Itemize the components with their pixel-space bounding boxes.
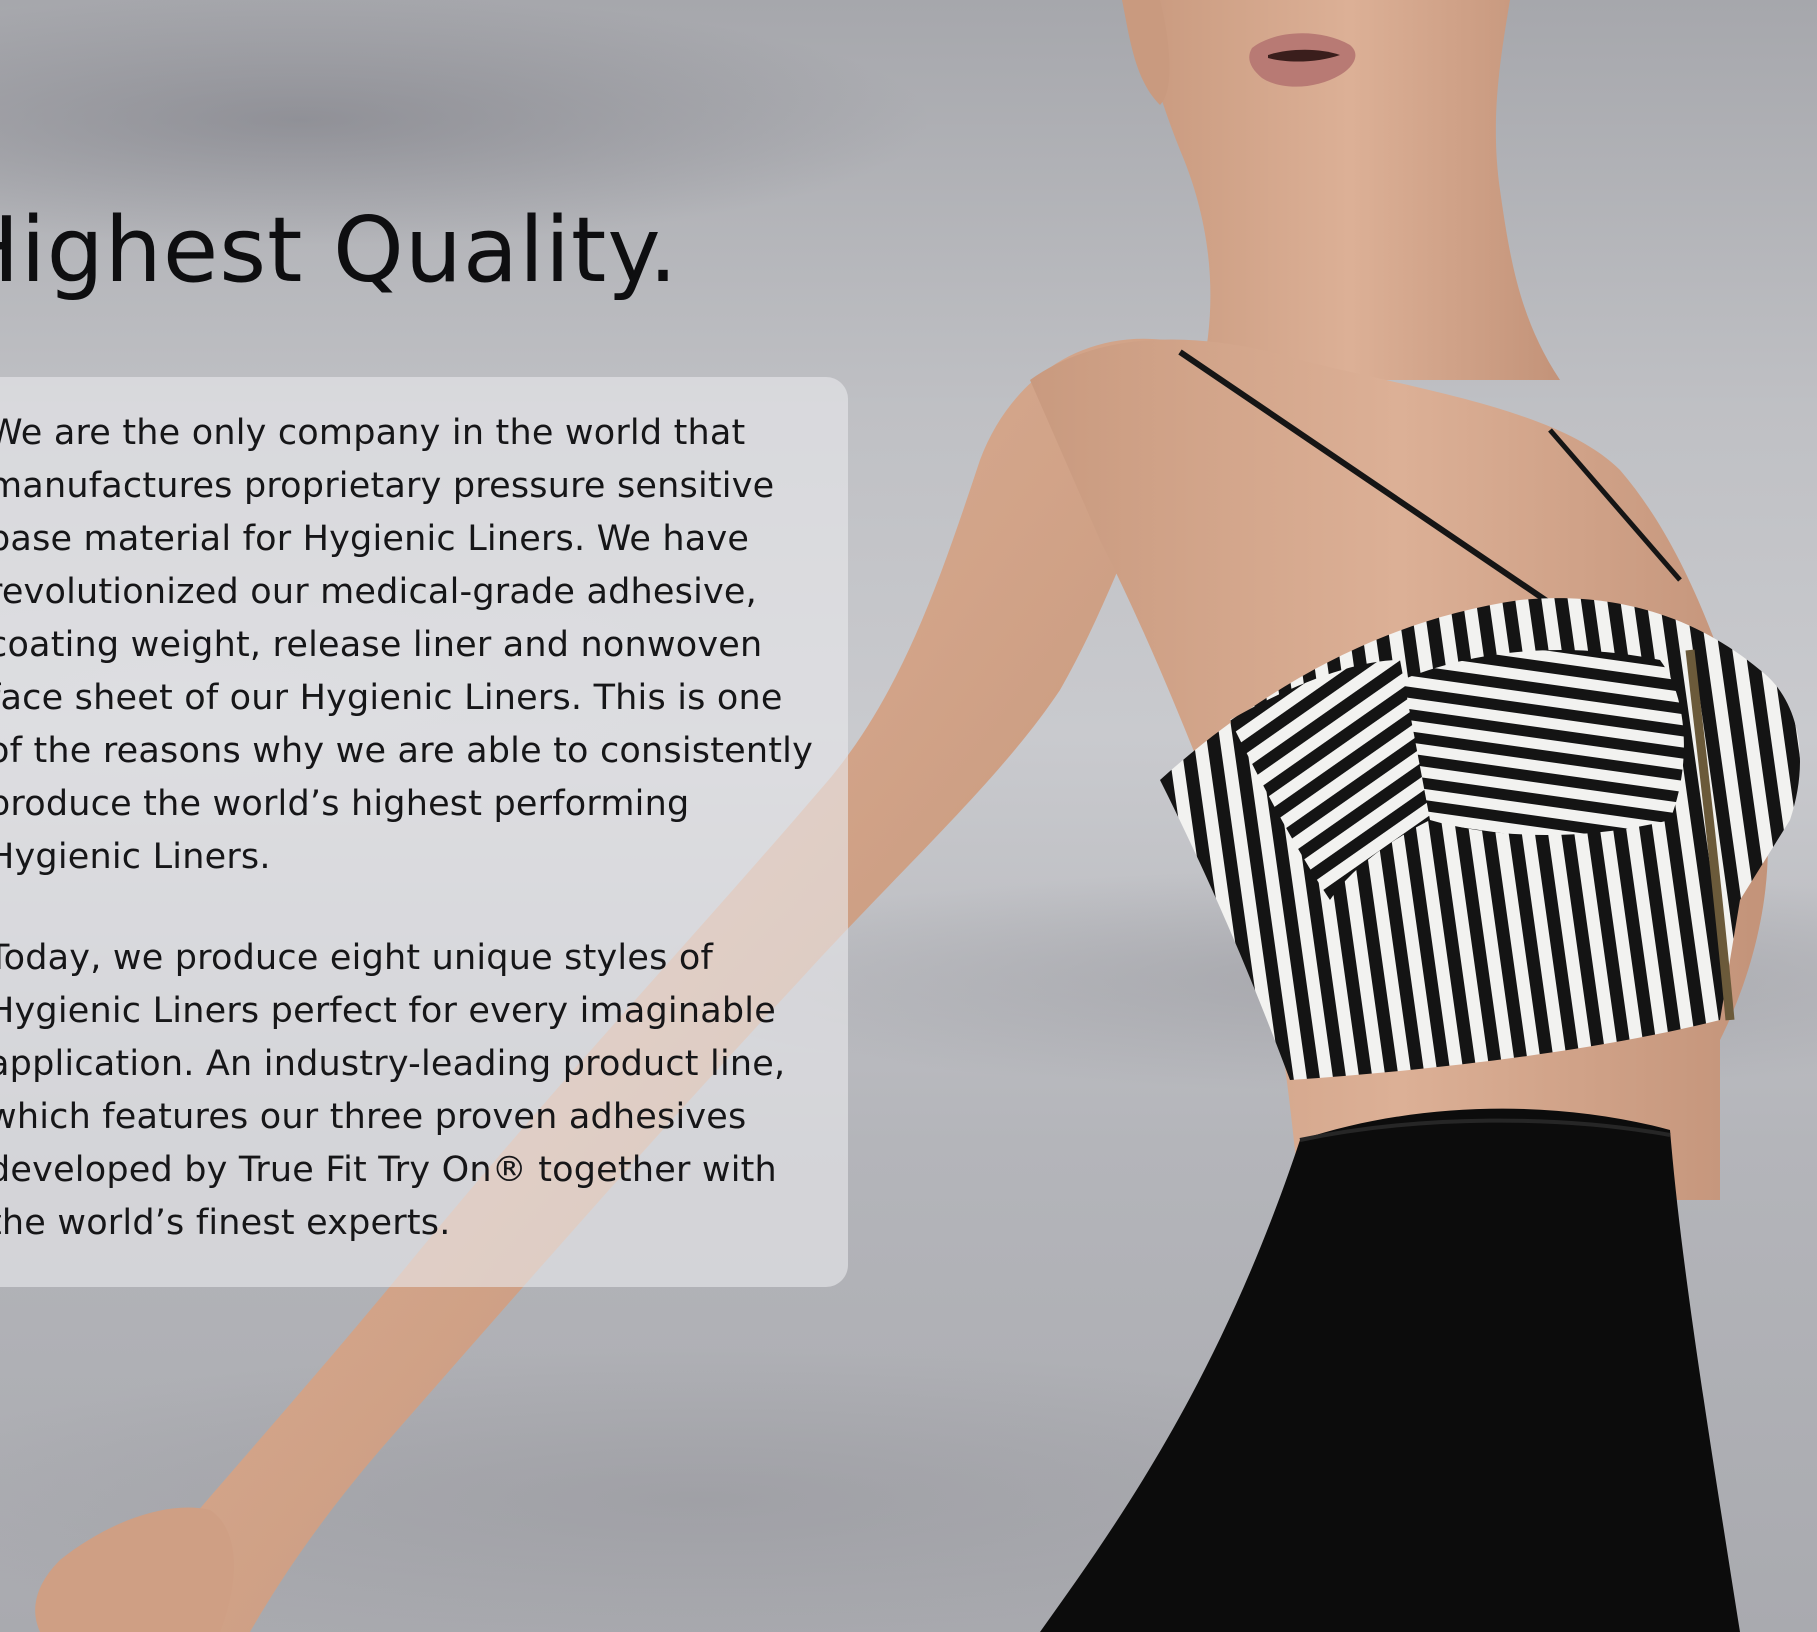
- model-hand: [35, 1507, 234, 1632]
- model-ear: [1122, 0, 1170, 105]
- headline: Highest Quality.: [0, 198, 679, 303]
- text-card: We are the only company in the world tha…: [0, 377, 848, 1287]
- product-paragraph: Today, we produce eight unique styles of…: [0, 938, 786, 1243]
- intro-paragraph: We are the only company in the world tha…: [0, 413, 814, 877]
- black-skirt: [1040, 1108, 1740, 1632]
